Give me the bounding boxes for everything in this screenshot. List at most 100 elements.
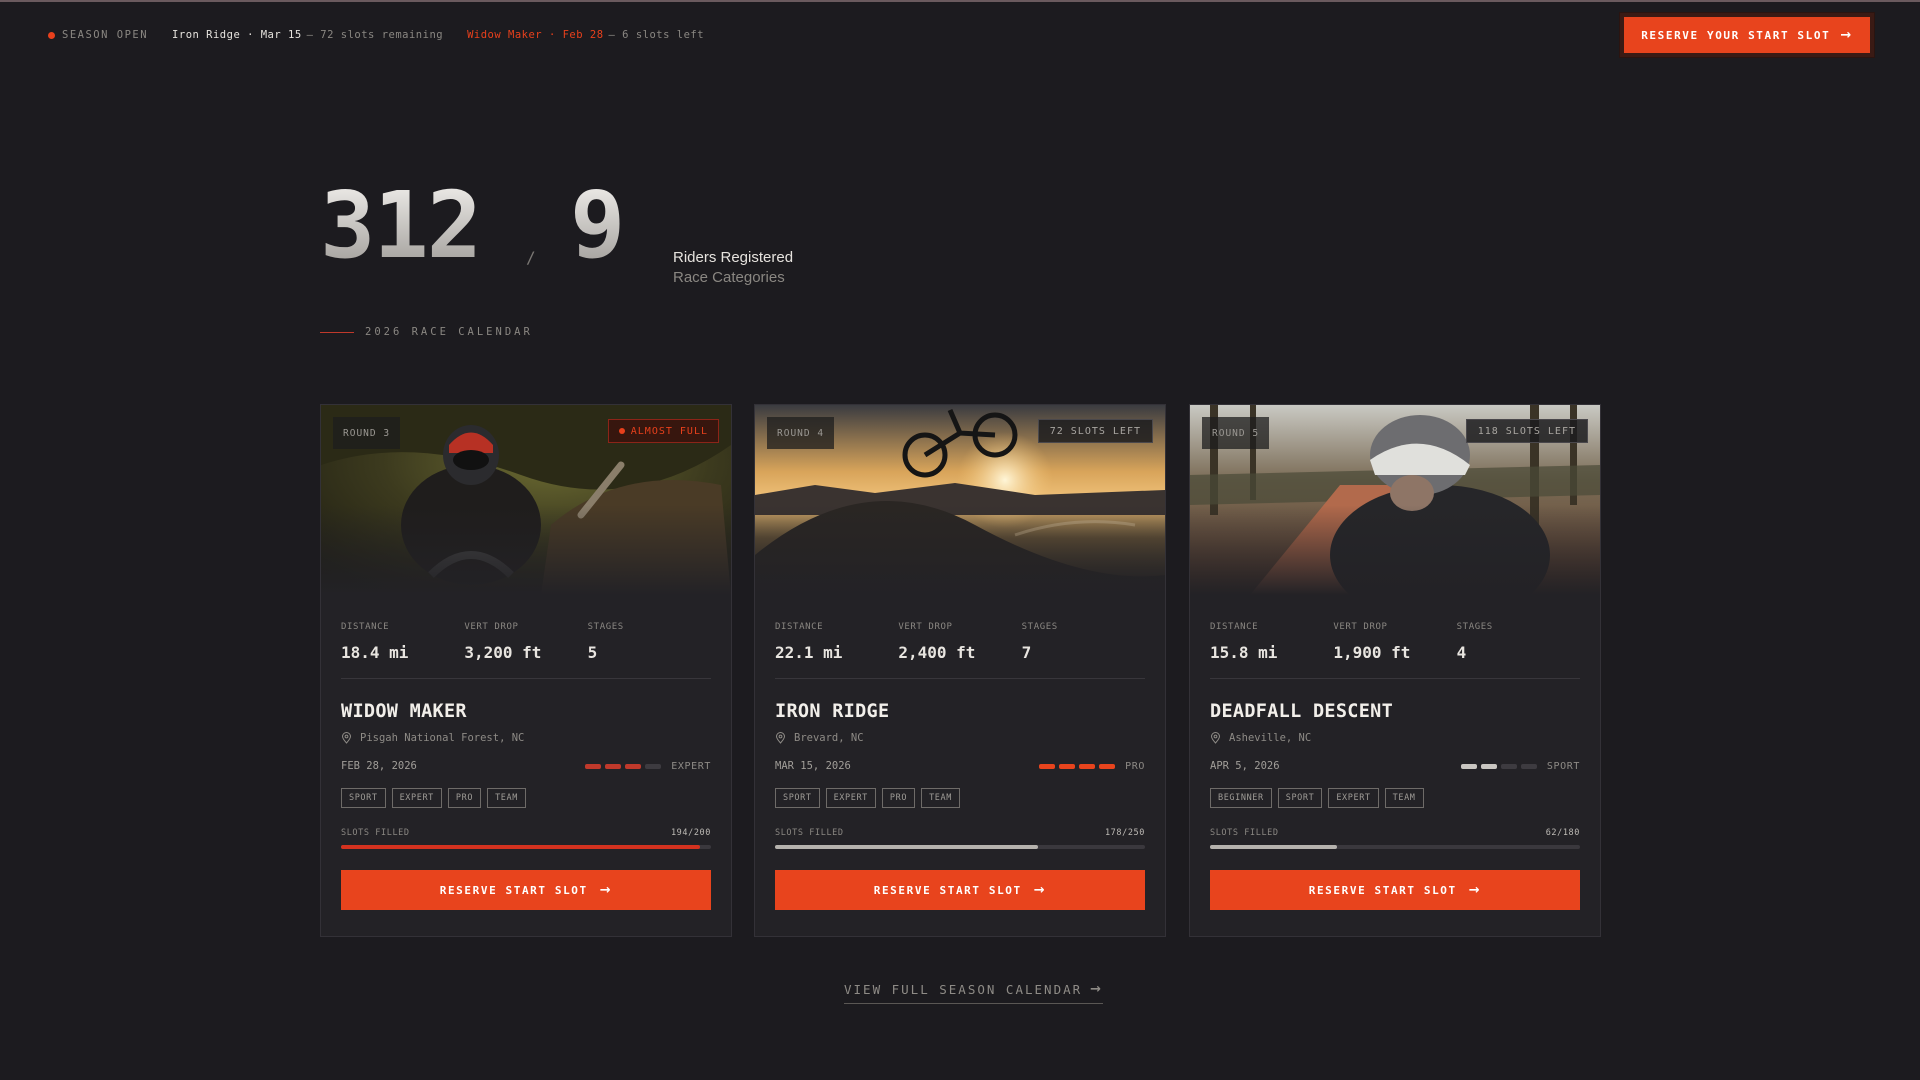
difficulty-segment: [1460, 763, 1477, 769]
slots-progress-fill: [775, 845, 1039, 849]
calendar-label-text: 2026 RACE CALENDAR: [365, 326, 533, 338]
ticker-event-note: — 6 slots left: [608, 29, 705, 41]
top-bar: SEASON OPEN Iron Ridge · Mar 15 — 72 slo…: [0, 0, 1920, 70]
categories-count: 9: [570, 172, 625, 279]
section-divider-line: [320, 331, 354, 333]
slots-filled-label: SLOTS FILLED: [775, 828, 844, 838]
stat-separator: /: [526, 248, 536, 267]
arrow-right-icon: →: [1033, 882, 1047, 898]
race-title[interactable]: IRON RIDGE: [775, 701, 1145, 722]
race-location: Pisgah National Forest, NC: [341, 732, 711, 744]
category-tag: EXPERT: [391, 788, 442, 808]
difficulty-label: SPORT: [1546, 760, 1580, 772]
location-text: Pisgah National Forest, NC: [360, 732, 525, 744]
view-all-label: VIEW FULL SEASON CALENDAR: [844, 982, 1083, 997]
ticker-event-name-hot[interactable]: Widow Maker · Feb 28: [467, 29, 603, 41]
map-pin-icon: [1210, 732, 1221, 744]
difficulty-segment: [625, 763, 642, 769]
distance-value: 15.8 mi: [1210, 643, 1278, 662]
race-stats: DISTANCE 18.4 mi VERT DROP 3,200 ft STAGES…: [341, 615, 711, 679]
category-tag: PRO: [881, 788, 916, 808]
race-title[interactable]: WIDOW MAKER: [341, 701, 711, 722]
category-tag: PRO: [447, 788, 482, 808]
stages-value: 5: [587, 643, 598, 662]
slots-left-badge: 118 SLOTS LEFT: [1465, 419, 1588, 443]
race-location: Asheville, NC: [1210, 732, 1580, 744]
race-title[interactable]: DEADFALL DESCENT: [1210, 701, 1580, 722]
distance-value: 18.4 mi: [341, 643, 409, 662]
slots-filled-label: SLOTS FILLED: [1210, 828, 1279, 838]
stages-label: STAGES: [1456, 622, 1493, 632]
difficulty-segment: [1059, 763, 1076, 769]
race-date: MAR 15, 2026: [775, 760, 851, 772]
category-tag: SPORT: [775, 788, 820, 808]
season-status: SEASON OPEN: [62, 29, 149, 41]
difficulty-meter: EXPERT: [585, 761, 711, 772]
category-tag: SPORT: [341, 788, 386, 808]
reserve-button-label: RESERVE START SLOT: [1308, 883, 1457, 897]
difficulty-segment: [605, 763, 622, 769]
slots-filled-label: SLOTS FILLED: [341, 828, 410, 838]
race-photo: ROUND 3 ALMOST FULL: [321, 405, 731, 595]
location-text: Asheville, NC: [1229, 732, 1312, 744]
race-card[interactable]: ROUND 4 72 SLOTS LEFT DISTANCE 22.1 mi VE…: [754, 404, 1166, 937]
map-pin-icon: [341, 732, 352, 744]
slots-filled-count: 194/200: [670, 828, 711, 838]
reserve-start-slot-button[interactable]: RESERVE START SLOT →: [1210, 870, 1580, 910]
reserve-button-label: RESERVE START SLOT: [439, 883, 588, 897]
distance-label: DISTANCE: [341, 622, 390, 632]
difficulty-meter: PRO: [1039, 761, 1145, 772]
ticker-event-name[interactable]: Iron Ridge · Mar 15: [172, 29, 302, 41]
difficulty-segment: [1520, 763, 1537, 769]
category-tag: BEGINNER: [1210, 788, 1272, 808]
riders-count: 312: [320, 172, 482, 279]
race-photo: ROUND 5 118 SLOTS LEFT: [1190, 405, 1600, 595]
vert-drop-value: 2,400 ft: [898, 643, 976, 662]
category-tags: SPORT EXPERT PRO TEAM: [775, 788, 1145, 808]
reserve-start-slot-button[interactable]: RESERVE START SLOT →: [775, 870, 1145, 910]
distance-label: DISTANCE: [1210, 622, 1259, 632]
alert-dot-icon: [618, 428, 625, 434]
reserve-start-slot-button[interactable]: RESERVE START SLOT →: [341, 870, 711, 910]
difficulty-label: EXPERT: [671, 760, 711, 772]
difficulty-segment: [1079, 763, 1096, 769]
calendar-section-label: 2026 RACE CALENDAR: [320, 326, 533, 338]
stages-label: STAGES: [1021, 622, 1058, 632]
arrow-right-icon: →: [1468, 882, 1482, 898]
distance-value: 22.1 mi: [775, 643, 843, 662]
stages-value: 4: [1456, 643, 1467, 662]
reserve-your-start-slot-button[interactable]: RESERVE YOUR START SLOT →: [1620, 13, 1874, 57]
category-tags: BEGINNER SPORT EXPERT TEAM: [1210, 788, 1580, 808]
difficulty-segment: [1480, 763, 1497, 769]
race-card[interactable]: ROUND 3 ALMOST FULL DISTANCE 18.4 mi VERT…: [320, 404, 732, 937]
difficulty-segment: [1500, 763, 1517, 769]
race-card[interactable]: ROUND 5 118 SLOTS LEFT DISTANCE 15.8 mi V…: [1189, 404, 1601, 937]
vert-drop-value: 3,200 ft: [464, 643, 542, 662]
arrow-right-icon: →: [599, 882, 613, 898]
category-tag: TEAM: [921, 788, 960, 808]
vert-drop-label: VERT DROP: [464, 622, 519, 632]
hero-stat-labels: Riders Registered Race Categories: [673, 248, 793, 288]
category-tags: SPORT EXPERT PRO TEAM: [341, 788, 711, 808]
slots-progress-fill: [341, 845, 700, 849]
difficulty-segment: [645, 763, 662, 769]
slots-filled-count: 62/180: [1545, 828, 1580, 838]
ticker-event-note: — 72 slots remaining: [306, 29, 444, 41]
category-tag: TEAM: [1384, 788, 1424, 808]
round-badge: ROUND 5: [1202, 417, 1270, 449]
round-badge: ROUND 3: [333, 417, 401, 449]
slots-progress-bar: [775, 845, 1145, 849]
season-ticker: SEASON OPEN Iron Ridge · Mar 15 — 72 slo…: [48, 29, 704, 41]
badge-text: ALMOST FULL: [630, 425, 708, 437]
slots-left-badge: 72 SLOTS LEFT: [1037, 419, 1153, 443]
view-full-calendar-link[interactable]: VIEW FULL SEASON CALENDAR →: [844, 982, 1104, 1004]
stages-value: 7: [1021, 643, 1032, 662]
difficulty-segment: [1039, 763, 1056, 769]
race-photo: ROUND 4 72 SLOTS LEFT: [755, 405, 1165, 595]
reserve-button-label: RESERVE YOUR START SLOT: [1641, 28, 1831, 42]
race-location: Brevard, NC: [775, 732, 1145, 744]
race-stats: DISTANCE 22.1 mi VERT DROP 2,400 ft STAGES…: [775, 615, 1145, 679]
vert-drop-label: VERT DROP: [1333, 622, 1388, 632]
category-tag: EXPERT: [825, 788, 876, 808]
vert-drop-value: 1,900 ft: [1333, 643, 1411, 662]
